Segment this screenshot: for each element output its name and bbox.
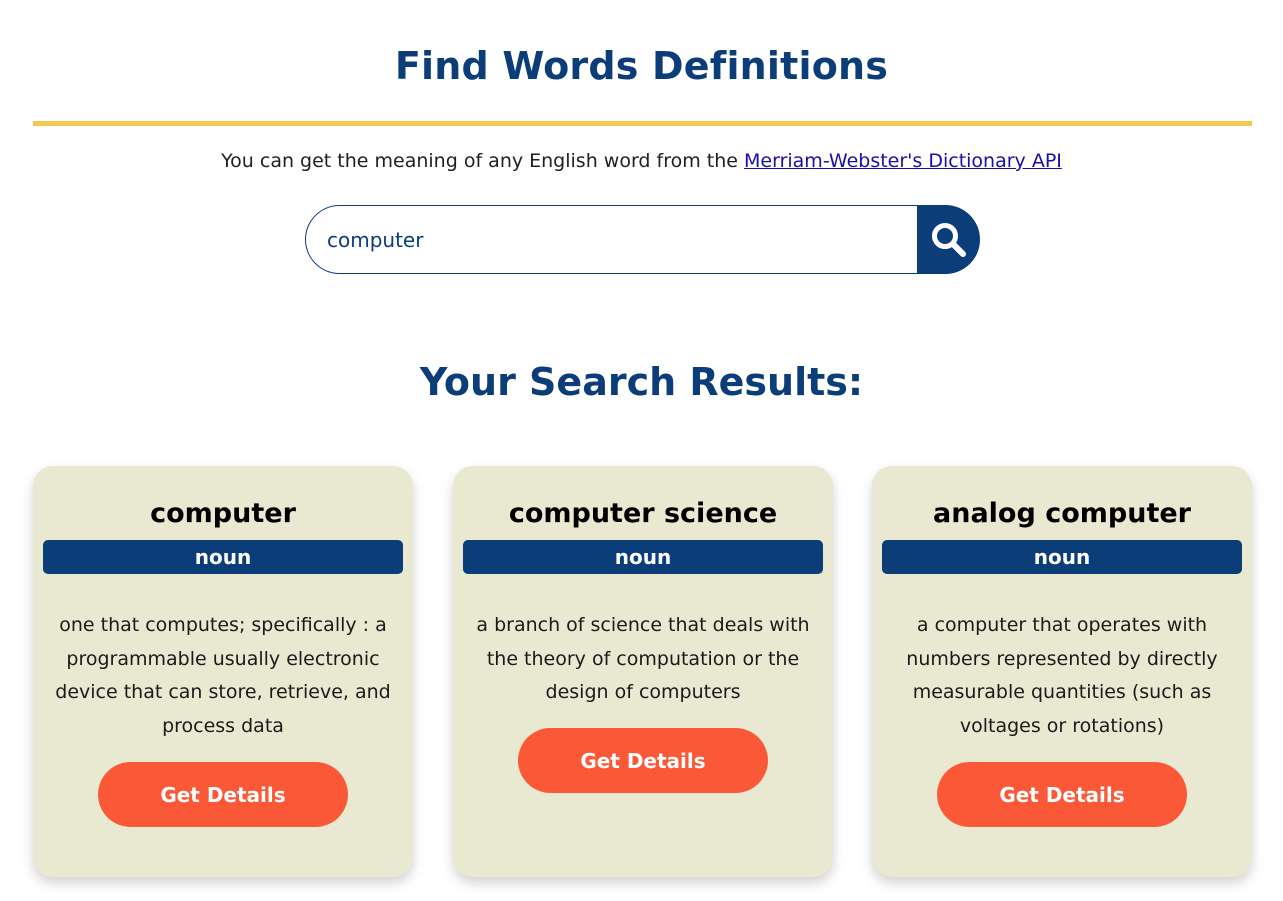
get-details-button[interactable]: Get Details (98, 762, 348, 827)
card-word: computer (150, 498, 296, 529)
intro-text-label: You can get the meaning of any English w… (221, 150, 745, 172)
card-word: analog computer (933, 498, 1191, 529)
search-bar (305, 205, 980, 274)
card-definition: a branch of science that deals with the … (476, 614, 810, 703)
search-button[interactable] (917, 205, 980, 274)
card-part-of-speech: noun (882, 540, 1242, 574)
card-part-of-speech: noun (43, 540, 403, 574)
get-details-button[interactable]: Get Details (518, 728, 768, 793)
get-details-button[interactable]: Get Details (937, 762, 1187, 827)
card-word: computer science (508, 498, 778, 529)
search-input[interactable] (305, 205, 919, 274)
result-card-computer: computer noun one that computes; specifi… (33, 466, 413, 877)
search-icon (931, 222, 966, 257)
dictionary-api-link[interactable]: Merriam-Webster's Dictionary API (744, 150, 1062, 172)
card-definition: a computer that operates with numbers re… (906, 614, 1218, 737)
card-definition: one that computes; specifically : a prog… (55, 614, 391, 737)
results-heading: Your Search Results: (419, 360, 864, 404)
title-divider (33, 121, 1252, 126)
card-part-of-speech: noun (463, 540, 823, 574)
page-title: Find Words Definitions (394, 44, 889, 88)
intro-text: You can get the meaning of any English w… (0, 150, 1283, 172)
result-card-computer-science: computer science noun a branch of scienc… (453, 466, 833, 877)
result-card-analog-computer: analog computer noun a computer that ope… (872, 466, 1252, 877)
